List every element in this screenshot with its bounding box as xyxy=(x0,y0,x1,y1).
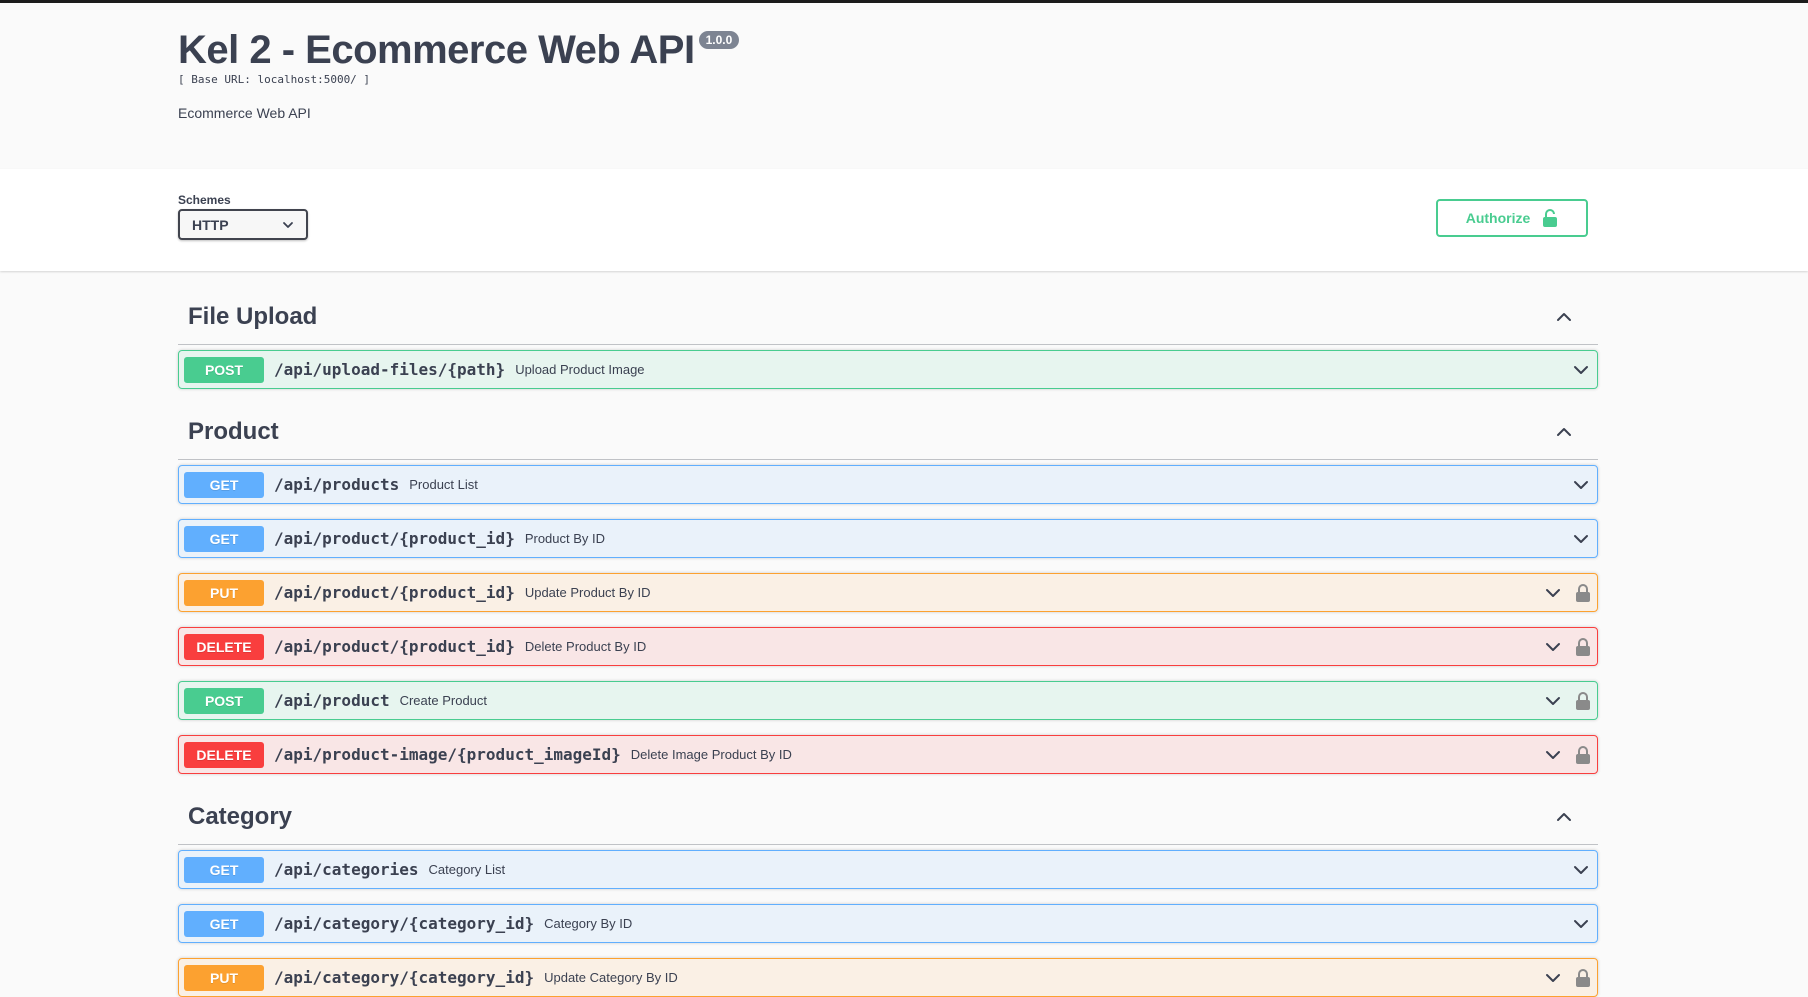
chevron-up-icon[interactable] xyxy=(1554,307,1574,327)
tag-name: Category xyxy=(188,802,293,830)
chevron-down-icon xyxy=(283,221,293,228)
operation-path: /api/category/{category_id} xyxy=(274,968,535,987)
operation-summary: Delete Image Product By ID xyxy=(630,747,792,762)
lock-icon[interactable] xyxy=(1575,583,1591,602)
lock-icon[interactable] xyxy=(1575,637,1591,656)
chevron-down-icon[interactable] xyxy=(1571,529,1591,549)
lock-icon[interactable] xyxy=(1575,745,1591,764)
chevron-up-icon[interactable] xyxy=(1554,422,1574,442)
tag-name: Product xyxy=(188,417,279,445)
operation-controls xyxy=(1571,905,1591,942)
chevron-down-icon[interactable] xyxy=(1571,914,1591,934)
method-badge: PUT xyxy=(184,579,264,606)
operation-path: /api/upload-files/{path} xyxy=(274,360,506,379)
schemes-select[interactable]: HTTP xyxy=(178,209,308,240)
operation-post[interactable]: POST/api/upload-files/{path} Upload Produ… xyxy=(178,350,1598,389)
operation-controls xyxy=(1571,351,1591,388)
tag-header[interactable]: File Upload xyxy=(178,289,1598,345)
api-title: Kel 2 - Ecommerce Web API xyxy=(178,28,695,72)
operation-summary: Update Category By ID xyxy=(544,970,678,985)
chevron-down-icon[interactable] xyxy=(1543,583,1563,603)
operation-controls xyxy=(1543,959,1591,996)
tag-section: Product GET/api/products Product List GET/a… xyxy=(178,404,1598,774)
schemes-selected-value: HTTP xyxy=(192,216,229,233)
tag-section: Category GET/api/categories Category List G… xyxy=(178,789,1598,997)
chevron-up-icon[interactable] xyxy=(1554,807,1574,827)
operation-path: /api/category/{category_id} xyxy=(274,914,535,933)
operation-path: /api/products xyxy=(274,475,400,494)
operation-summary: Category By ID xyxy=(544,916,633,931)
operation-controls xyxy=(1543,574,1591,611)
operation-get[interactable]: GET/api/products Product List xyxy=(178,465,1598,504)
operation-get[interactable]: GET/api/categories Category List xyxy=(178,850,1598,889)
lock-icon[interactable] xyxy=(1575,968,1591,987)
chevron-down-icon[interactable] xyxy=(1543,968,1563,988)
operation-controls xyxy=(1543,682,1591,719)
tag-name: File Upload xyxy=(188,302,318,330)
operation-get[interactable]: GET/api/category/{category_id} Category B… xyxy=(178,904,1598,943)
operation-get[interactable]: GET/api/product/{product_id} Product By I… xyxy=(178,519,1598,558)
operation-put[interactable]: PUT/api/category/{category_id} Update Cat… xyxy=(178,958,1598,997)
scheme-container: Schemes HTTP Authorize xyxy=(0,169,1808,271)
operation-summary: Upload Product Image xyxy=(515,362,645,377)
method-badge: DELETE xyxy=(184,741,264,768)
operation-controls xyxy=(1543,736,1591,773)
operation-summary: Product List xyxy=(409,477,478,492)
operation-summary: Create Product xyxy=(399,693,488,708)
method-badge: PUT xyxy=(184,964,264,991)
operation-delete[interactable]: DELETE/api/product/{product_id} Delete Pr… xyxy=(178,627,1598,666)
chevron-down-icon[interactable] xyxy=(1571,475,1591,495)
base-url: [ Base URL: localhost:5000/ ] xyxy=(178,73,371,86)
operation-path: /api/product/{product_id} xyxy=(274,529,515,548)
chevron-down-icon[interactable] xyxy=(1571,860,1591,880)
operation-controls xyxy=(1543,628,1591,665)
operation-controls xyxy=(1571,466,1591,503)
method-badge: DELETE xyxy=(184,633,264,660)
operation-post[interactable]: POST/api/product Create Product xyxy=(178,681,1598,720)
operation-controls xyxy=(1571,520,1591,557)
operation-path: /api/product/{product_id} xyxy=(274,583,515,602)
method-badge: POST xyxy=(184,356,264,383)
operation-delete[interactable]: DELETE/api/product-image/{product_imageI… xyxy=(178,735,1598,774)
unlock-icon xyxy=(1543,209,1558,227)
operation-summary: Category List xyxy=(428,862,506,877)
tag-header[interactable]: Product xyxy=(178,404,1598,460)
operation-summary: Delete Product By ID xyxy=(524,639,647,654)
method-badge: GET xyxy=(184,910,264,937)
operation-path: /api/product-image/{product_imageId} xyxy=(274,745,621,764)
operation-path: /api/categories xyxy=(274,860,419,879)
operation-path: /api/product/{product_id} xyxy=(274,637,515,656)
tag-section: File Upload POST/api/upload-files/{path} U… xyxy=(178,289,1598,389)
method-badge: POST xyxy=(184,687,264,714)
operation-path: /api/product xyxy=(274,691,390,710)
api-description: Ecommerce Web API xyxy=(178,105,311,121)
api-info: Kel 2 - Ecommerce Web API 1.0.0 [ Base U… xyxy=(0,3,1808,169)
tag-header[interactable]: Category xyxy=(178,789,1598,845)
operation-put[interactable]: PUT/api/product/{product_id} Update Produ… xyxy=(178,573,1598,612)
chevron-down-icon[interactable] xyxy=(1543,637,1563,657)
operation-summary: Update Product By ID xyxy=(524,585,651,600)
chevron-down-icon[interactable] xyxy=(1571,360,1591,380)
title-row: Kel 2 - Ecommerce Web API 1.0.0 xyxy=(178,27,1808,73)
operations-list: File Upload POST/api/upload-files/{path} U… xyxy=(0,271,1598,997)
lock-icon[interactable] xyxy=(1575,691,1591,710)
method-badge: GET xyxy=(184,471,264,498)
method-badge: GET xyxy=(184,856,264,883)
chevron-down-icon[interactable] xyxy=(1543,745,1563,765)
authorize-button[interactable]: Authorize xyxy=(1436,199,1588,237)
chevron-down-icon[interactable] xyxy=(1543,691,1563,711)
authorize-label: Authorize xyxy=(1465,210,1531,226)
method-badge: GET xyxy=(184,525,264,552)
version-badge: 1.0.0 xyxy=(698,31,740,49)
operation-summary: Product By ID xyxy=(524,531,606,546)
operation-controls xyxy=(1571,851,1591,888)
